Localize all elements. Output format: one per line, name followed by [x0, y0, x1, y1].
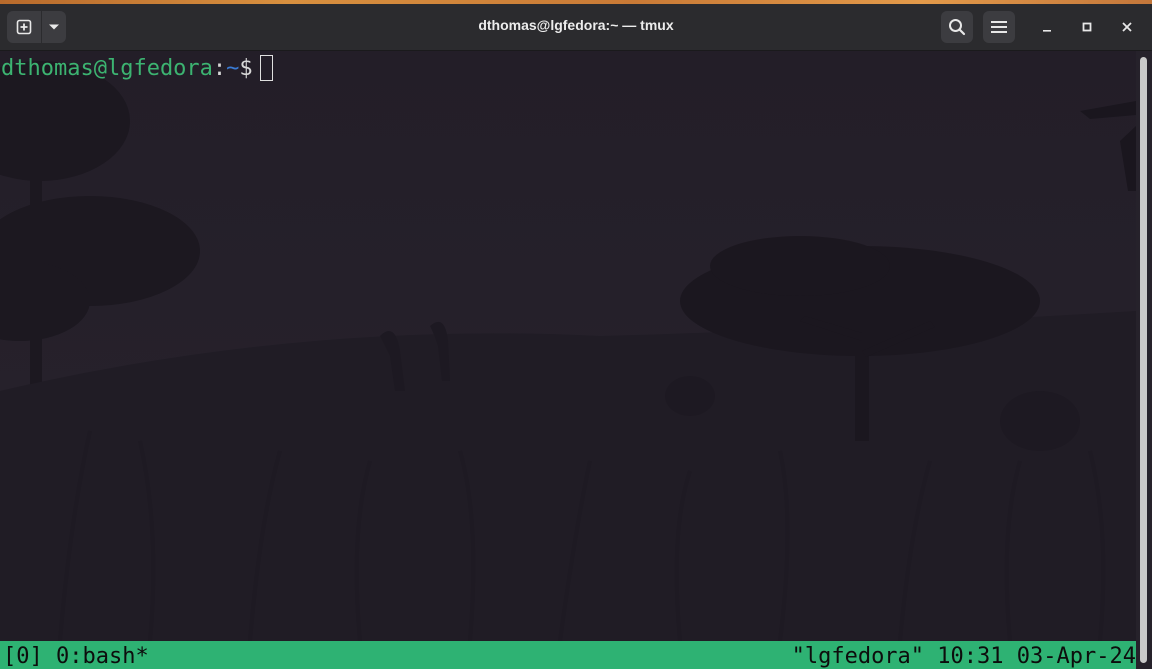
- tmux-date: 03-Apr-24: [1016, 644, 1136, 669]
- prompt-separator: :: [212, 56, 227, 81]
- tmux-status-left: [0] 0:bash*: [3, 641, 149, 669]
- minimize-icon: [1043, 30, 1051, 32]
- terminal-viewport[interactable]: dthomas@lgfedora:~$: [0, 51, 1136, 641]
- minimize-button[interactable]: [1033, 13, 1061, 41]
- new-tab-group: [7, 11, 66, 43]
- tmux-time: 10:31: [937, 644, 1004, 669]
- prompt-path: ~: [226, 56, 240, 81]
- prompt-symbol: $: [239, 56, 253, 81]
- search-icon: [949, 19, 966, 36]
- main-menu-button[interactable]: [983, 11, 1015, 43]
- new-tab-menu-button[interactable]: [42, 11, 66, 43]
- hamburger-menu-icon: [991, 21, 1007, 33]
- new-tab-plus-icon: [16, 19, 32, 35]
- prompt-user-host: dthomas@lgfedora: [1, 56, 213, 81]
- tmux-host: "lgfedora": [791, 644, 925, 669]
- close-button[interactable]: [1113, 13, 1141, 41]
- chevron-down-icon: [49, 24, 59, 30]
- maximize-button[interactable]: [1073, 13, 1101, 41]
- new-tab-button[interactable]: [7, 11, 42, 43]
- maximize-icon: [1082, 22, 1092, 32]
- terminal-scrollbar[interactable]: [1136, 51, 1152, 669]
- tmux-status-bar: [0] 0:bash* "lgfedora" 10:31 03-Apr-24: [0, 641, 1136, 669]
- search-button[interactable]: [941, 11, 973, 43]
- wallpaper-strip: [0, 0, 1152, 4]
- scrollbar-thumb[interactable]: [1140, 57, 1147, 663]
- tmux-status-right: "lgfedora" 10:31 03-Apr-24: [792, 641, 1136, 669]
- header-bar: dthomas@lgfedora:~ — tmux: [0, 0, 1152, 51]
- tmux-window[interactable]: 0:bash*: [56, 644, 149, 669]
- tmux-session: [0]: [3, 644, 43, 669]
- wallpaper-silhouette-image: [0, 51, 1136, 641]
- text-cursor: [259, 55, 273, 81]
- shell-prompt: dthomas@lgfedora:~$: [1, 55, 273, 83]
- terminal-window: dthomas@lgfedora:~ — tmux dthomas@lgfedo…: [0, 0, 1152, 669]
- close-icon: [1122, 22, 1132, 32]
- window-title: dthomas@lgfedora:~ — tmux: [478, 17, 674, 33]
